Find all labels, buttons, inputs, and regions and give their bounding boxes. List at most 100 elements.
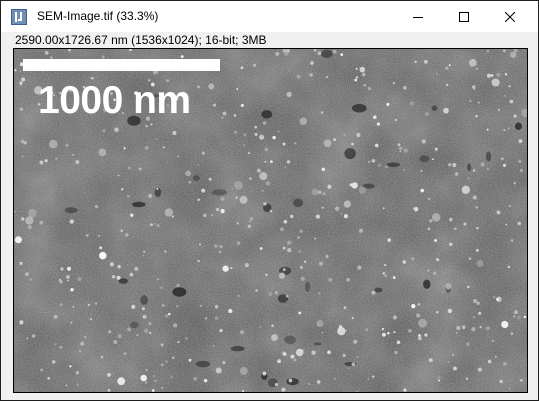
dark-pit [313, 342, 322, 346]
bright-particle [505, 223, 508, 226]
bright-particle [411, 303, 416, 309]
bright-particle [173, 323, 178, 328]
title-bar[interactable]: SEM-Image.tif (33.3%) [1, 1, 538, 32]
bright-particle [325, 254, 329, 258]
bright-particle [274, 382, 278, 387]
bright-particle [154, 379, 157, 382]
bright-particle [472, 298, 478, 304]
bright-particle [346, 278, 350, 282]
bright-particle [14, 210, 16, 213]
bright-particle [156, 187, 159, 190]
bright-particle [418, 318, 427, 328]
bright-particle [402, 260, 407, 264]
bright-particle [98, 234, 100, 237]
bright-particle [445, 66, 449, 70]
bright-particle [65, 143, 69, 147]
bright-particle [371, 290, 376, 295]
bright-particle [465, 377, 469, 380]
bright-particle [345, 329, 347, 332]
bright-particle [177, 340, 180, 344]
bright-particle [219, 244, 223, 249]
bright-particle [384, 274, 388, 278]
bright-particle [475, 248, 479, 252]
bright-particle [510, 332, 514, 335]
bright-particle [384, 264, 387, 267]
minimize-button[interactable] [395, 1, 441, 32]
bright-particle [374, 143, 379, 148]
image-window: SEM-Image.tif (33.3%) 2590.00x1726.67 nm… [0, 0, 539, 401]
bright-particle [201, 151, 205, 155]
bright-particle [215, 367, 222, 374]
bright-particle [123, 147, 126, 150]
bright-particle [65, 275, 70, 279]
dark-pit [419, 155, 430, 163]
bright-particle [265, 273, 268, 276]
bright-particle [201, 188, 206, 193]
bright-particle [387, 331, 390, 335]
bright-particle [353, 339, 358, 344]
bright-particle [233, 114, 237, 117]
bright-particle [210, 214, 213, 217]
bright-particle [205, 317, 208, 320]
bright-particle [94, 205, 99, 209]
bright-particle [85, 233, 89, 237]
close-button[interactable] [487, 1, 533, 32]
dark-pit [386, 162, 401, 168]
bright-particle [424, 111, 430, 117]
bright-particle [321, 206, 324, 209]
bright-particle [321, 331, 324, 334]
bright-particle [490, 74, 494, 77]
dark-pit [172, 287, 187, 297]
bright-particle [248, 152, 250, 154]
bright-particle [455, 331, 458, 334]
bright-particle [472, 316, 476, 319]
bright-particle [71, 153, 74, 156]
bright-particle [75, 371, 80, 375]
bright-particle [496, 210, 501, 215]
bright-particle [447, 308, 453, 314]
bright-particle [428, 197, 431, 200]
bright-particle [317, 51, 322, 56]
bright-particle [21, 155, 24, 158]
bright-particle [432, 271, 437, 276]
bright-particle [368, 160, 371, 163]
bright-particle [142, 314, 147, 319]
bright-particle [69, 219, 74, 224]
scale-bar [23, 59, 220, 71]
bright-particle [357, 265, 362, 270]
bright-particle [199, 304, 203, 307]
bright-particle [230, 266, 233, 270]
bright-particle [496, 72, 501, 77]
bright-particle [320, 111, 324, 114]
bright-particle [384, 165, 389, 169]
bright-particle [311, 350, 316, 355]
bright-particle [53, 314, 58, 319]
bright-particle [355, 67, 358, 70]
bright-particle [504, 95, 507, 97]
bright-particle [102, 129, 106, 133]
bright-particle [437, 376, 441, 381]
bright-particle [463, 222, 467, 226]
bright-particle [126, 194, 130, 198]
dark-pit [286, 378, 299, 386]
bright-particle [403, 169, 406, 171]
image-canvas[interactable]: 1000 nm [13, 48, 528, 393]
bright-particle [243, 144, 245, 147]
maximize-button[interactable] [441, 1, 487, 32]
dark-pit [284, 335, 296, 345]
bright-particle [295, 348, 304, 357]
bright-particle [162, 146, 165, 149]
bright-particle [108, 330, 112, 334]
bright-particle [14, 236, 22, 244]
imagej-app-icon [11, 9, 27, 25]
bright-particle [117, 174, 120, 177]
bright-particle [44, 159, 48, 163]
bright-particle [382, 272, 385, 275]
bright-particle [67, 279, 70, 282]
bright-particle [358, 186, 367, 194]
bright-particle [234, 181, 243, 190]
bright-particle [420, 170, 423, 172]
bright-particle [271, 324, 274, 328]
bright-particle [429, 219, 433, 223]
bright-particle [309, 73, 313, 77]
